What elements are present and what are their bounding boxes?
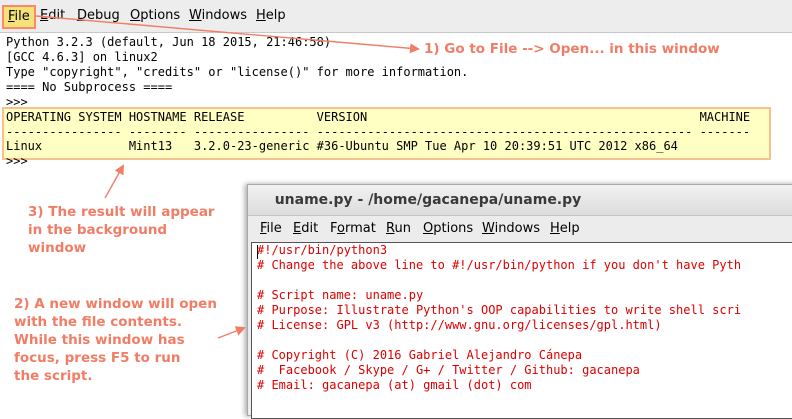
annotation-step-2: 2) A new window will open with the file … [14,295,217,385]
annotation-step-3: 3) The result will appear in the backgro… [28,203,215,257]
code-line: # Email: gacanepa (at) gmail (dot) com [257,378,532,392]
code-line: #!/usr/bin/python3 [257,243,388,257]
editor-text-area[interactable]: #!/usr/bin/python3 # Change the above li… [251,242,792,419]
menu-windows[interactable]: Windows [185,6,251,26]
editor-menu-edit[interactable]: Edit [293,219,318,239]
annotation-line: the script. [14,368,93,384]
shell-line: Python 3.2.3 (default, Jun 18 2015, 21:4… [6,35,332,49]
annotation-line: with the file contents. [14,314,182,330]
shell-line: [GCC 4.6.3] on linux2 [6,50,158,64]
result-table-highlight [2,107,771,160]
main-menubar: File Edit Debug Options Windows Help [0,0,792,33]
editor-title-bar[interactable]: uname.py - /home/gacanepa/uname.py [248,185,792,216]
menu-debug[interactable]: Debug [73,6,124,26]
annotation-line: window [28,240,87,256]
menu-help[interactable]: Help [252,6,290,26]
editor-menu-options[interactable]: Options [423,219,473,239]
menu-options[interactable]: Options [126,6,184,26]
annotation-step-1: 1) Go to File --> Open... in this window [424,41,720,57]
editor-menu-run[interactable]: Run [386,219,411,239]
code-line: # License: GPL v3 (http://www.gnu.org/li… [257,318,662,332]
editor-menu-file[interactable]: File [260,219,282,239]
shell-line: Type "copyright", "credits" or "license(… [6,65,469,79]
editor-menubar: File Edit Format Run Options Windows Hel… [248,216,792,242]
editor-menu-windows[interactable]: Windows [482,219,540,239]
code-line: # Purpose: Illustrate Python's OOP capab… [257,303,742,317]
editor-menu-help[interactable]: Help [550,219,580,239]
editor-menu-format[interactable]: Format [330,219,376,239]
annotation-line: 3) The result will appear [28,204,215,220]
code-line: # Change the above line to #!/usr/bin/py… [257,258,742,272]
annotation-line: focus, press F5 to run [14,350,181,366]
editor-window[interactable]: uname.py - /home/gacanepa/uname.py File … [247,184,792,419]
code-line: # Script name: uname.py [257,288,424,302]
menu-file[interactable]: File [2,5,36,29]
code-line: # Facebook / Skype / G+ / Twitter / Gith… [257,363,640,377]
shell-line: ==== No Subprocess ==== [6,80,173,94]
editor-title: uname.py - /home/gacanepa/uname.py [274,192,582,208]
annotation-line: While this window has [14,332,185,348]
annotation-line: 2) A new window will open [14,296,217,312]
code-line: # Copyright (C) 2016 Gabriel Alejandro C… [257,348,583,362]
menu-edit[interactable]: Edit [36,6,69,26]
annotation-line: in the background [28,222,168,238]
